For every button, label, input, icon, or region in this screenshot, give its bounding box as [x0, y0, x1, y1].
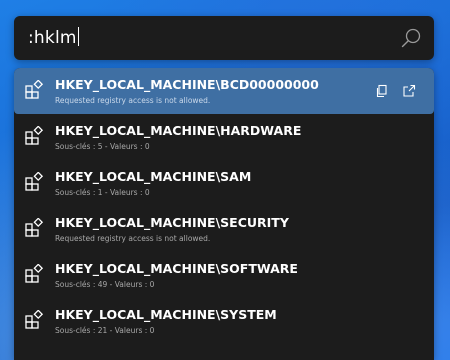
- result-item-security[interactable]: HKEY_LOCAL_MACHINE\SECURITY Requested re…: [14, 206, 434, 252]
- result-title: HKEY_LOCAL_MACHINE\BCD00000000: [55, 77, 319, 92]
- text-caret: [77, 27, 79, 46]
- registry-key-icon: [25, 310, 44, 329]
- result-subtitle: Sous-clés : 1 - Valeurs : 0: [55, 188, 150, 197]
- result-item-system[interactable]: HKEY_LOCAL_MACHINE\SYSTEM Sous-clés : 21…: [14, 298, 434, 344]
- result-title: HKEY_LOCAL_MACHINE\SYSTEM: [55, 307, 277, 322]
- result-title: HKEY_LOCAL_MACHINE\SOFTWARE: [55, 261, 298, 276]
- result-item-software[interactable]: HKEY_LOCAL_MACHINE\SOFTWARE Sous-clés : …: [14, 252, 434, 298]
- result-title: HKEY_LOCAL_MACHINE\SAM: [55, 169, 252, 184]
- result-item-sam[interactable]: HKEY_LOCAL_MACHINE\SAM Sous-clés : 1 - V…: [14, 160, 434, 206]
- result-subtitle: Requested registry access is not allowed…: [55, 96, 211, 105]
- search-query-text: :hklm: [28, 28, 77, 48]
- registry-key-icon: [25, 264, 44, 283]
- result-item-hardware[interactable]: HKEY_LOCAL_MACHINE\HARDWARE Sous-clés : …: [14, 114, 434, 160]
- result-item-bcd[interactable]: HKEY_LOCAL_MACHINE\BCD00000000 Requested…: [14, 68, 434, 114]
- result-subtitle: Sous-clés : 5 - Valeurs : 0: [55, 142, 150, 151]
- results-list: HKEY_LOCAL_MACHINE\BCD00000000 Requested…: [14, 68, 434, 360]
- copy-icon[interactable]: [375, 84, 389, 98]
- result-title: HKEY_LOCAL_MACHINE\SECURITY: [55, 215, 289, 230]
- registry-key-icon: [25, 172, 44, 191]
- search-icon[interactable]: [400, 27, 422, 49]
- registry-key-icon: [25, 80, 44, 99]
- search-input[interactable]: :hklm: [28, 27, 79, 48]
- result-subtitle: Sous-clés : 21 - Valeurs : 0: [55, 326, 155, 335]
- result-title: HKEY_LOCAL_MACHINE\HARDWARE: [55, 123, 302, 138]
- open-external-icon[interactable]: [402, 84, 416, 98]
- result-subtitle: Requested registry access is not allowed…: [55, 234, 211, 243]
- result-subtitle: Sous-clés : 49 - Valeurs : 0: [55, 280, 155, 289]
- search-box[interactable]: :hklm: [14, 16, 434, 60]
- registry-key-icon: [25, 126, 44, 145]
- registry-key-icon: [25, 218, 44, 237]
